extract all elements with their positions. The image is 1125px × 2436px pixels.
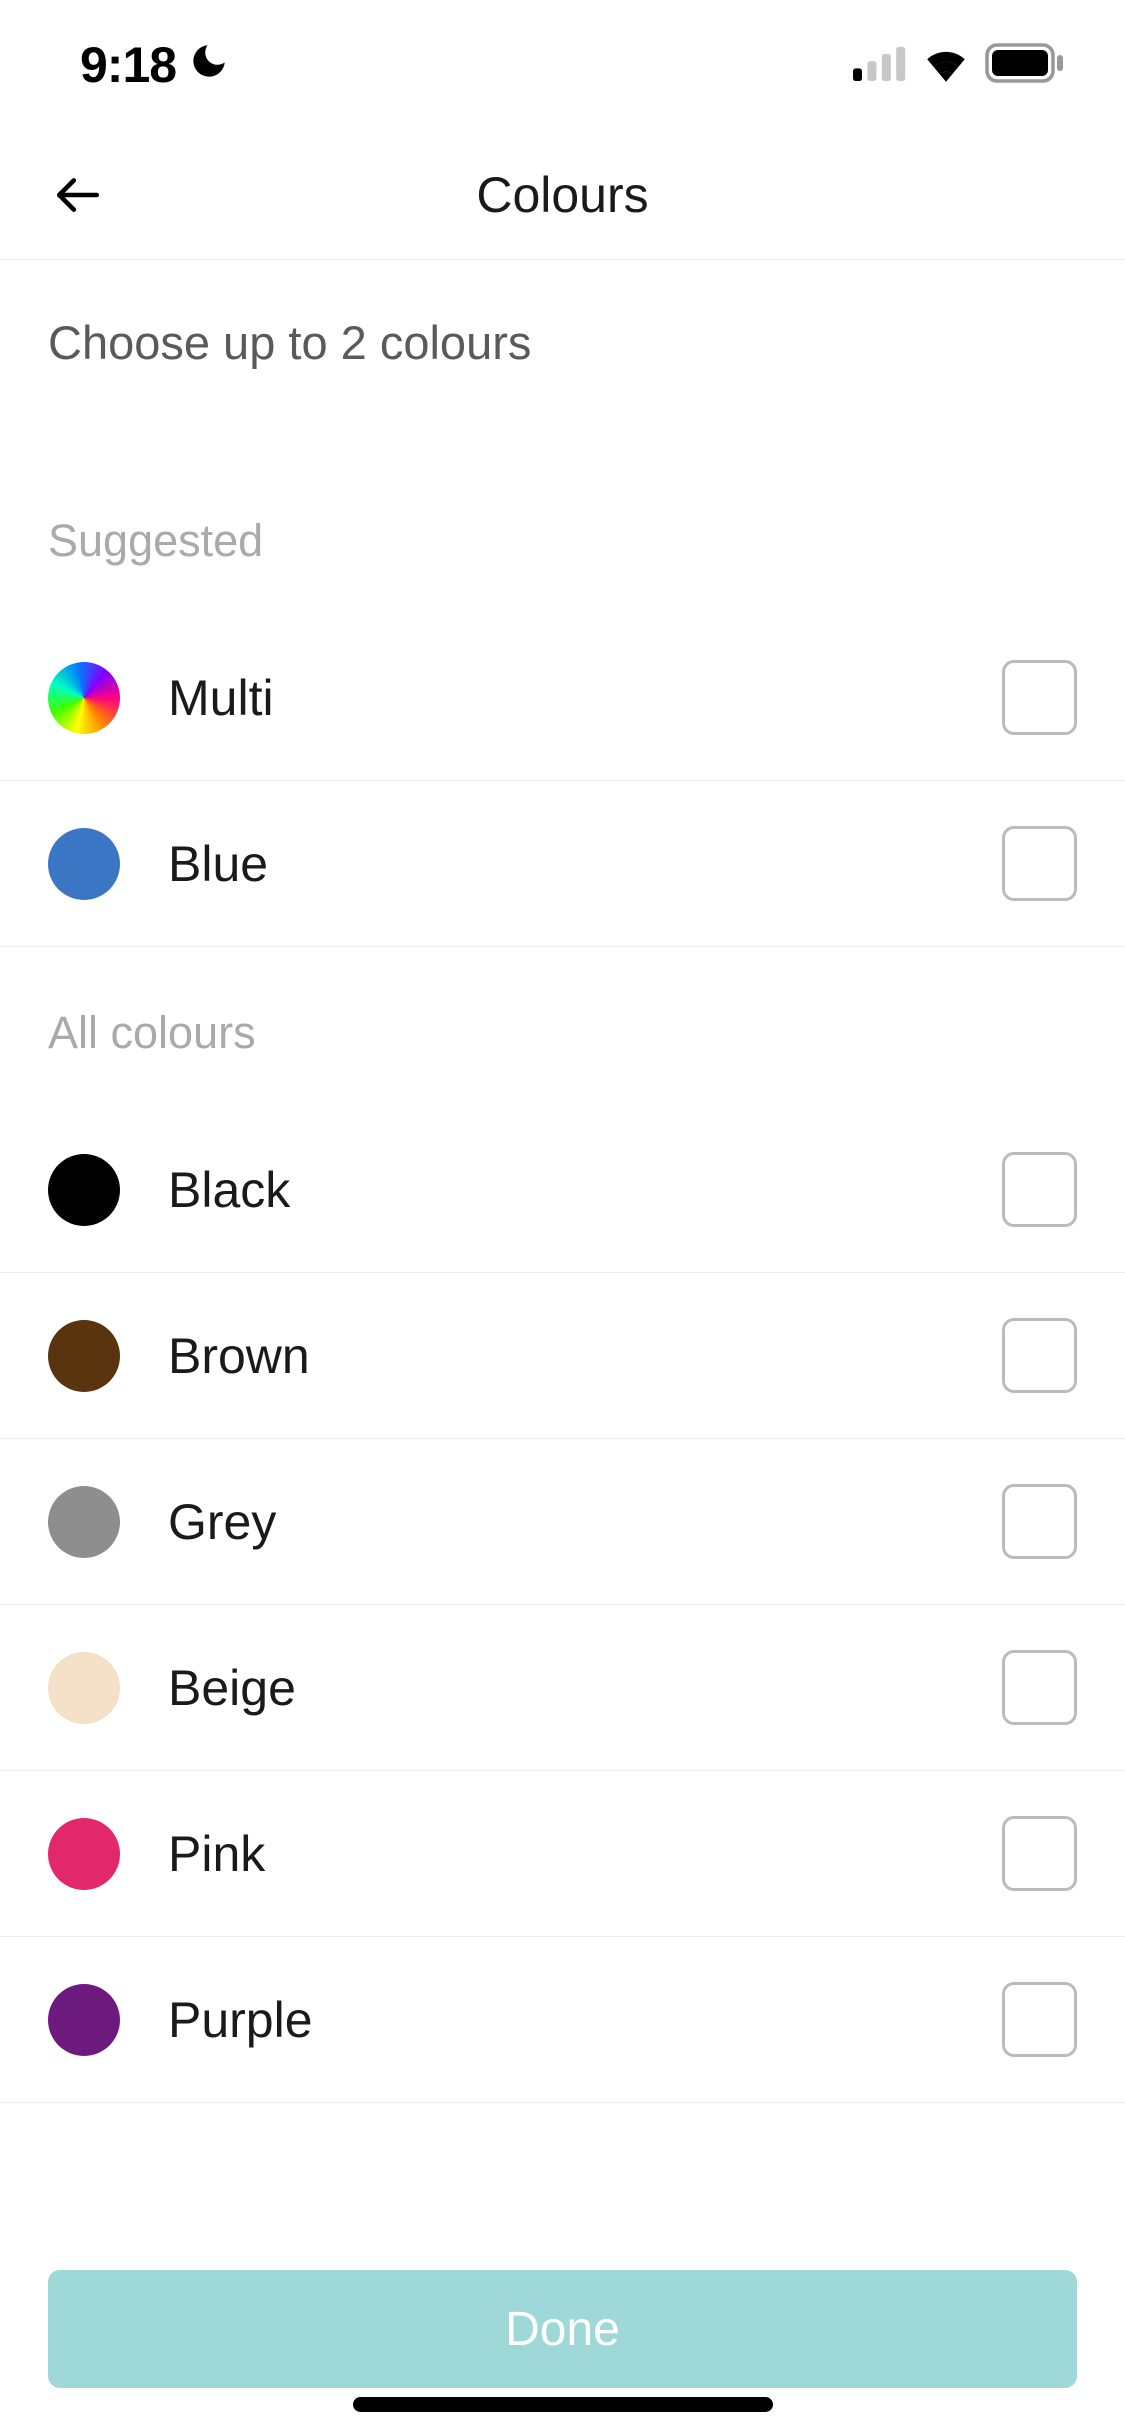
status-right	[853, 43, 1065, 88]
color-label: Pink	[168, 1825, 1002, 1883]
status-left: 9:18	[80, 36, 230, 94]
battery-icon	[985, 43, 1065, 88]
color-checkbox[interactable]	[1002, 1318, 1077, 1393]
color-swatch	[48, 662, 120, 734]
instruction-text: Choose up to 2 colours	[0, 260, 1125, 370]
color-row[interactable]: Purple	[0, 1937, 1125, 2103]
color-row[interactable]: Blue	[0, 781, 1125, 947]
suggested-list: Multi Blue	[0, 615, 1125, 947]
content-scroll[interactable]: Choose up to 2 colours Suggested Multi Bl…	[0, 260, 1125, 2216]
color-checkbox[interactable]	[1002, 1982, 1077, 2057]
status-time: 9:18	[80, 36, 176, 94]
color-swatch	[48, 1652, 120, 1724]
color-swatch	[48, 1154, 120, 1226]
color-row[interactable]: Beige	[0, 1605, 1125, 1771]
color-label: Beige	[168, 1659, 1002, 1717]
color-swatch	[48, 1818, 120, 1890]
section-label-all: All colours	[0, 947, 1125, 1107]
color-row[interactable]: Multi	[0, 615, 1125, 781]
signal-icon	[853, 44, 907, 87]
color-checkbox[interactable]	[1002, 1816, 1077, 1891]
done-button[interactable]: Done	[48, 2270, 1077, 2388]
color-swatch	[48, 828, 120, 900]
color-label: Blue	[168, 835, 1002, 893]
color-row[interactable]: Black	[0, 1107, 1125, 1273]
color-swatch	[48, 1320, 120, 1392]
color-label: Purple	[168, 1991, 1002, 2049]
color-label: Brown	[168, 1327, 1002, 1385]
section-label-suggested: Suggested	[0, 370, 1125, 615]
color-swatch	[48, 1486, 120, 1558]
color-checkbox[interactable]	[1002, 660, 1077, 735]
color-row[interactable]: Pink	[0, 1771, 1125, 1937]
moon-icon	[188, 36, 230, 94]
color-checkbox[interactable]	[1002, 1650, 1077, 1725]
arrow-left-icon	[53, 170, 103, 220]
color-label: Grey	[168, 1493, 1002, 1551]
page-title: Colours	[0, 166, 1125, 224]
back-button[interactable]	[48, 165, 108, 225]
color-row[interactable]: Grey	[0, 1439, 1125, 1605]
color-label: Multi	[168, 669, 1002, 727]
color-swatch	[48, 1984, 120, 2056]
all-list: Black Brown Grey Beige Pink Purple	[0, 1107, 1125, 2103]
status-bar: 9:18	[0, 0, 1125, 130]
page-header: Colours	[0, 130, 1125, 260]
color-label: Black	[168, 1161, 1002, 1219]
home-indicator[interactable]	[353, 2397, 773, 2412]
color-checkbox[interactable]	[1002, 826, 1077, 901]
color-row[interactable]: Brown	[0, 1273, 1125, 1439]
color-checkbox[interactable]	[1002, 1152, 1077, 1227]
color-checkbox[interactable]	[1002, 1484, 1077, 1559]
wifi-icon	[921, 44, 971, 87]
